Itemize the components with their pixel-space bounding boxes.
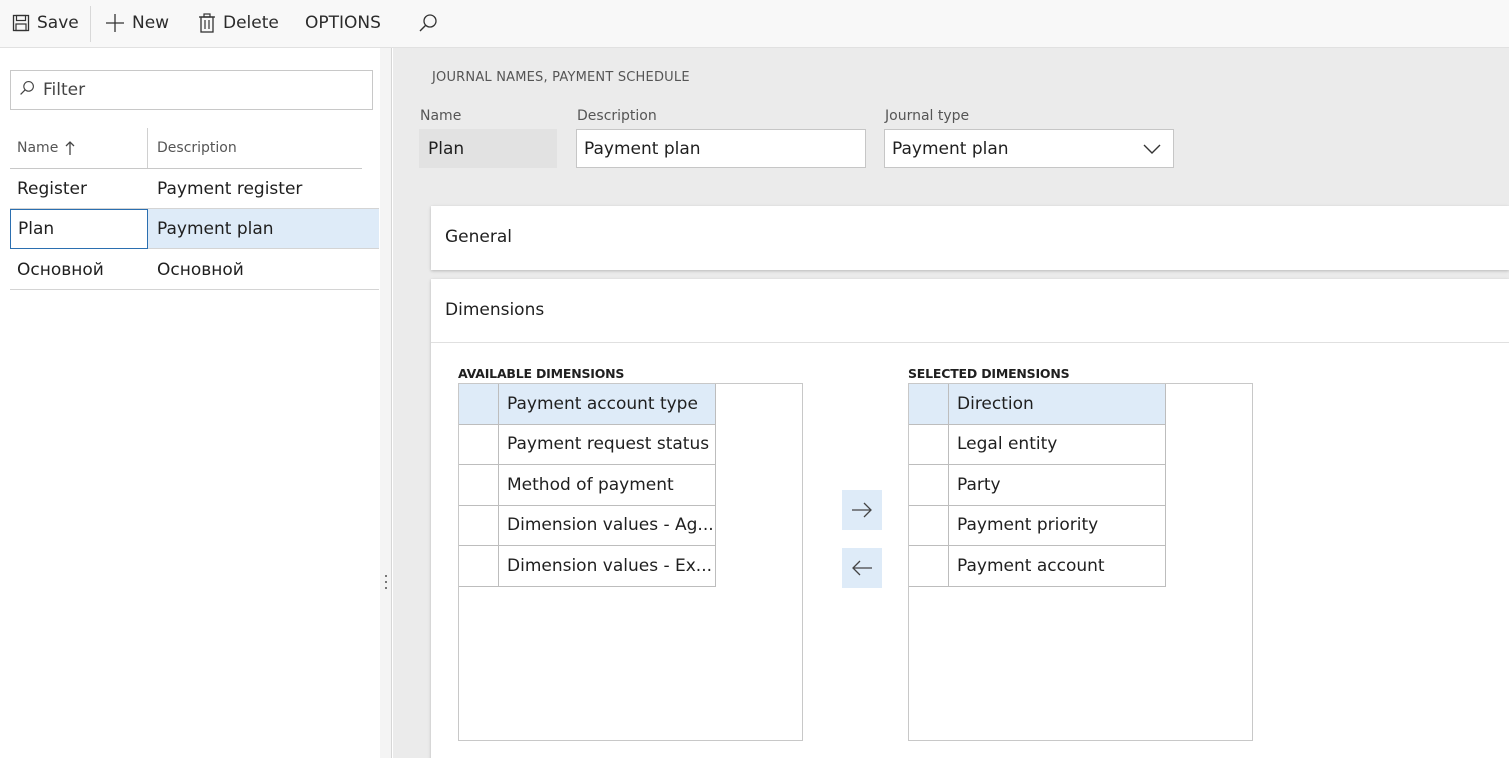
available-dimension-item[interactable]: Payment account type [459,384,716,425]
add-dimension-button[interactable] [842,490,882,530]
chevron-down-icon [1143,141,1161,161]
row-selector[interactable] [909,465,949,505]
row-selector[interactable] [459,384,499,424]
dimension-label: Method of payment [507,475,674,495]
search-icon [418,13,438,33]
selected-dimension-item[interactable]: Payment priority [909,505,1166,546]
arrow-right-icon [851,502,873,518]
action-pane: Save New Delete OPTIONS [0,0,1509,48]
column-header-name-label: Name [17,140,59,156]
filter-input[interactable]: Filter [10,70,373,110]
row-description: Payment register [157,179,303,199]
selected-dimension-item[interactable]: Direction [909,384,1166,425]
options-label: OPTIONS [305,13,381,33]
row-selector[interactable] [909,546,949,586]
name-label: Name [420,108,462,124]
row-selector[interactable] [459,465,499,505]
list-row-selected[interactable]: Plan Payment plan [10,209,379,249]
available-dimensions-label: AVAILABLE DIMENSIONS [458,366,625,381]
selected-dimension-item[interactable]: Legal entity [909,424,1166,465]
grid-header: Name Description [10,128,362,169]
dimension-label: Dimension values - Ex... [507,556,713,576]
save-icon [12,14,30,32]
arrow-left-icon [851,560,873,576]
delete-button[interactable]: Delete [198,0,279,46]
row-name: Register [17,179,87,199]
plus-icon [105,13,125,33]
save-button[interactable]: Save [12,0,79,46]
pane-splitter[interactable] [380,48,392,758]
remove-dimension-button[interactable] [842,548,882,588]
list-row[interactable]: Основной Основной [10,250,379,290]
row-selector[interactable] [459,424,499,464]
dimension-label: Legal entity [957,434,1058,454]
filter-placeholder: Filter [43,80,86,100]
dimensions-fasttab-title[interactable]: Dimensions [445,300,544,320]
new-label: New [132,13,170,33]
selected-dimensions-list: Direction Legal entity Party Payment pri… [908,383,1253,741]
description-field[interactable]: Payment plan [576,129,866,168]
row-name: Основной [17,260,104,280]
page-caption: JOURNAL NAMES, PAYMENT SCHEDULE [432,70,690,85]
available-dimension-item[interactable]: Dimension values - Ex... [459,546,716,587]
row-selector[interactable] [909,424,949,464]
row-selector[interactable] [459,505,499,545]
journal-type-label: Journal type [885,108,970,124]
delete-label: Delete [223,13,279,33]
sort-ascending-icon [65,140,75,156]
selected-dimension-item[interactable]: Payment account [909,546,1166,587]
column-divider [147,128,148,168]
fasttab-divider [431,342,1509,343]
row-name: Plan [10,209,148,249]
row-selector[interactable] [909,384,949,424]
new-button[interactable]: New [105,0,169,46]
row-selector[interactable] [459,546,499,586]
trash-icon [198,13,216,33]
row-selector[interactable] [909,505,949,545]
row-description: Payment plan [157,219,274,239]
general-fasttab-title: General [445,227,512,247]
splitter-grip-icon [385,575,387,589]
column-header-description[interactable]: Description [157,140,237,156]
dimension-label: Payment account [957,556,1105,576]
navigation-list-pane: Filter Name Description Register Payment… [0,48,380,758]
general-fasttab[interactable]: General [431,206,1509,270]
details-pane: JOURNAL NAMES, PAYMENT SCHEDULE Name Pla… [393,48,1509,758]
description-label: Description [577,108,657,124]
available-dimensions-list: Payment account type Payment request sta… [458,383,803,741]
selected-dimensions-label: SELECTED DIMENSIONS [908,366,1070,381]
available-dimension-item[interactable]: Method of payment [459,465,716,506]
row-description: Основной [157,260,244,280]
journal-type-value: Payment plan [892,138,1009,159]
dimension-label: Party [957,475,1001,495]
dimension-label: Payment account type [507,394,698,414]
dimension-label: Direction [957,394,1034,414]
dimension-label: Payment request status [507,434,710,454]
available-dimension-item[interactable]: Dimension values - Ag... [459,505,716,546]
selected-dimension-item[interactable]: Party [909,465,1166,506]
journal-type-dropdown[interactable]: Payment plan [884,129,1174,168]
dimensions-fasttab: Dimensions AVAILABLE DIMENSIONS Payment … [431,279,1509,758]
toolbar-separator [90,6,91,42]
dimension-label: Dimension values - Ag... [507,515,714,535]
column-header-name[interactable]: Name [17,140,75,156]
save-label: Save [37,13,79,33]
list-row[interactable]: Register Payment register [10,169,379,209]
available-dimension-item[interactable]: Payment request status [459,424,716,465]
description-value: Payment plan [584,138,701,159]
options-button[interactable]: OPTIONS [305,0,381,46]
dimension-label: Payment priority [957,515,1099,535]
search-icon [19,80,35,100]
name-field[interactable]: Plan [419,129,557,168]
search-button[interactable] [418,0,445,46]
